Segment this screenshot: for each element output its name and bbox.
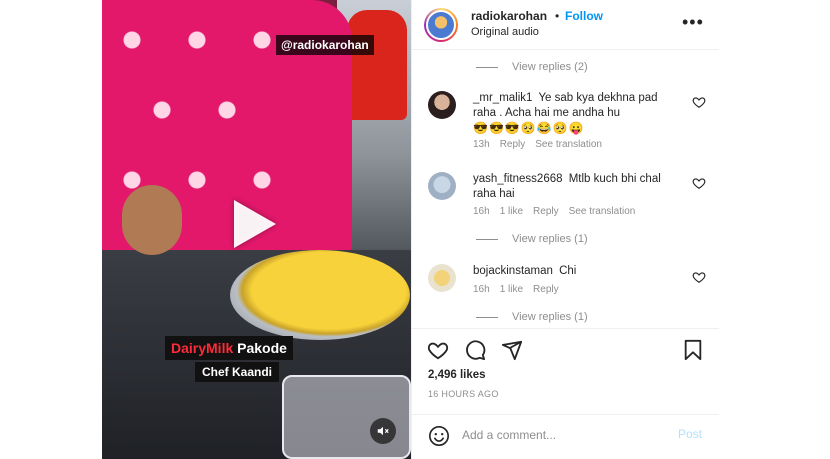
comment-avatar[interactable] — [428, 264, 456, 292]
post-timestamp[interactable]: 16 HOURS AGO — [428, 389, 499, 399]
video-background-rider — [347, 10, 407, 120]
audio-label[interactable]: Original audio — [471, 26, 539, 38]
post-author-username[interactable]: radiokarohan — [471, 9, 547, 23]
comment-time: 16h — [473, 206, 490, 217]
comments-list[interactable]: View replies (2) _mr_malik1 Ye sab kya d… — [412, 51, 719, 328]
reply-button[interactable]: Reply — [533, 206, 559, 217]
add-comment-bar: Post — [412, 414, 719, 459]
view-replies-link[interactable]: View replies (1) — [476, 233, 588, 245]
view-replies-link[interactable]: View replies (2) — [476, 61, 588, 73]
comment-like-heart-icon[interactable] — [692, 176, 706, 190]
reply-button[interactable]: Reply — [533, 284, 559, 295]
post-actions-bar — [412, 328, 719, 368]
video-handle-overlay: @radiokarohan — [276, 35, 374, 55]
comment-text: yash_fitness2668 Mtlb kuch bhi chal raha… — [473, 172, 683, 202]
smiley-icon[interactable] — [428, 425, 450, 447]
video-hand — [122, 185, 182, 255]
reply-button[interactable]: Reply — [500, 139, 526, 150]
comment-like-heart-icon[interactable] — [692, 270, 706, 284]
comment-time: 16h — [473, 284, 490, 295]
comment-input[interactable] — [462, 423, 662, 447]
comment-text: bojackinstaman Chi — [473, 264, 683, 279]
speaker-muted-icon — [377, 426, 389, 436]
heart-icon[interactable] — [427, 339, 449, 361]
comment-like-heart-icon[interactable] — [692, 95, 706, 109]
comment-meta: 16h 1 like Reply — [473, 284, 559, 295]
comment-body: Chi — [559, 265, 577, 277]
separator-dot: • — [555, 9, 560, 23]
comment-text: _mr_malik1 Ye sab kya dekhna pad raha . … — [473, 91, 683, 136]
view-replies-label: View replies (2) — [512, 61, 588, 73]
post-comment-button[interactable]: Post — [678, 427, 702, 441]
post-header: radiokarohan • Follow Original audio ••• — [412, 0, 719, 50]
see-translation-link[interactable]: See translation — [535, 139, 602, 150]
comment-likes[interactable]: 1 like — [500, 284, 523, 295]
comment-time: 13h — [473, 139, 490, 150]
comment-username[interactable]: yash_fitness2668 — [473, 173, 563, 185]
view-replies-label: View replies (1) — [512, 233, 588, 245]
video-bowl — [230, 250, 410, 340]
bookmark-icon[interactable] — [682, 339, 704, 361]
mute-button[interactable] — [370, 418, 396, 444]
video-title-red: DairyMilk — [171, 340, 234, 356]
avatar[interactable] — [424, 8, 458, 42]
comment-meta: 16h 1 like Reply See translation — [473, 206, 635, 217]
comment-emojis: 😎😎😎🥺😂🥺😛 — [473, 121, 585, 135]
comment-meta: 13h Reply See translation — [473, 139, 602, 150]
more-options-icon[interactable]: ••• — [682, 12, 704, 33]
post-details-panel: radiokarohan • Follow Original audio •••… — [411, 0, 719, 459]
video-title-overlay: DairyMilk Pakode — [165, 336, 293, 360]
follow-button[interactable]: Follow — [565, 9, 603, 23]
comment-username[interactable]: _mr_malik1 — [473, 92, 532, 104]
video-player[interactable]: @radiokarohan DairyMilk Pakode Chef Kaan… — [102, 0, 411, 459]
share-icon[interactable] — [501, 339, 523, 361]
comment-likes[interactable]: 1 like — [500, 206, 523, 217]
comment-avatar[interactable] — [428, 172, 456, 200]
video-tray — [282, 375, 411, 459]
play-icon[interactable] — [234, 200, 276, 248]
likes-count[interactable]: 2,496 likes — [428, 369, 486, 381]
see-translation-link[interactable]: See translation — [569, 206, 636, 217]
comment-username[interactable]: bojackinstaman — [473, 265, 553, 277]
view-replies-link[interactable]: View replies (1) — [476, 311, 588, 323]
comment-avatar[interactable] — [428, 91, 456, 119]
video-subtitle-overlay: Chef Kaandi — [195, 362, 280, 382]
video-title-white: Pakode — [237, 340, 287, 356]
view-replies-label: View replies (1) — [512, 311, 588, 323]
comment-icon[interactable] — [464, 339, 486, 361]
